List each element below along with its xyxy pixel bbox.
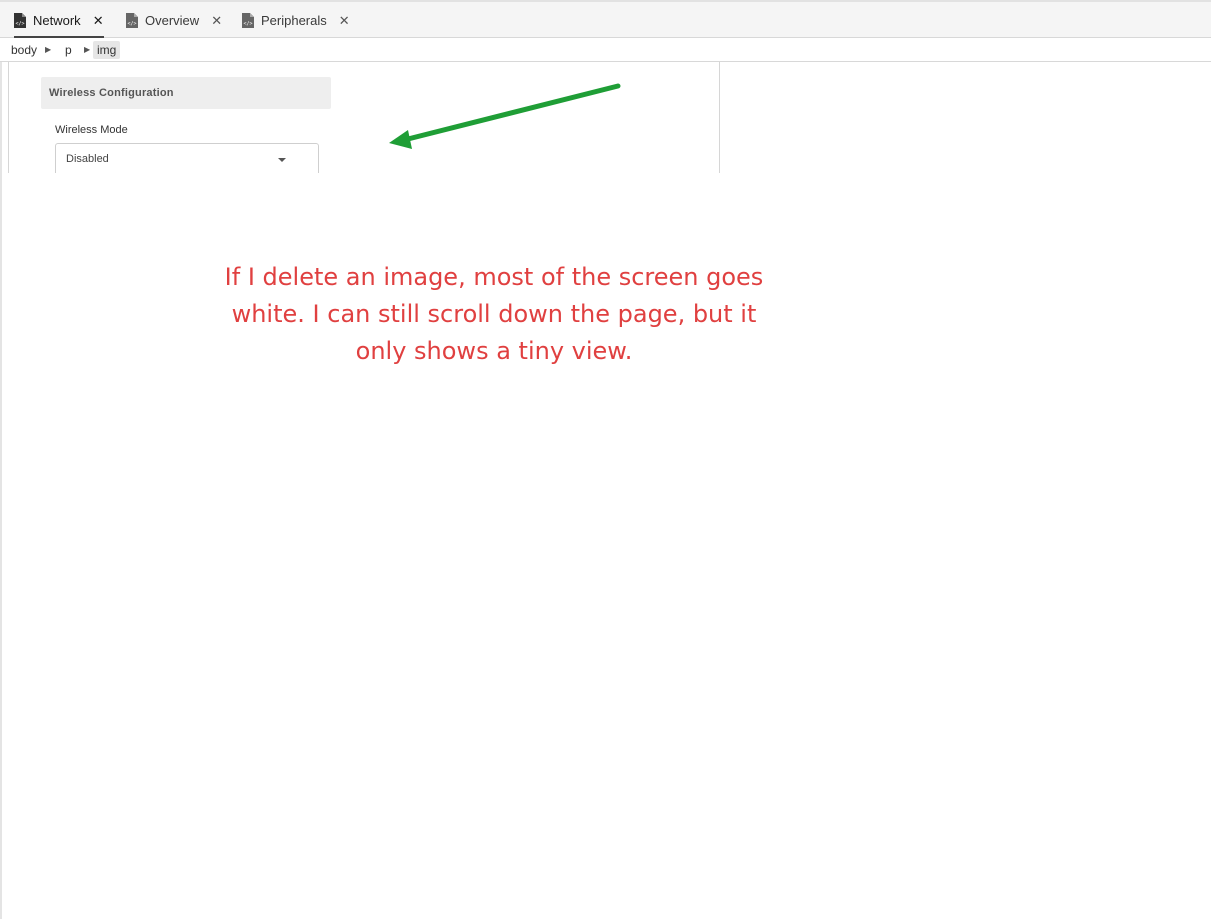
wireless-mode-select[interactable]: Disabled bbox=[55, 143, 319, 173]
tab-overview[interactable]: </> Overview ✕ bbox=[126, 2, 222, 38]
close-icon[interactable]: ✕ bbox=[93, 14, 104, 27]
breadcrumb: body ▶ p ▶ img bbox=[0, 38, 1211, 62]
svg-text:</>: </> bbox=[243, 21, 252, 27]
editor-window: </> Network ✕ </> Overview ✕ </> Periphe… bbox=[0, 0, 1211, 919]
close-icon[interactable]: ✕ bbox=[339, 14, 350, 27]
tab-label: Overview bbox=[145, 12, 200, 28]
breadcrumb-item-img[interactable]: img bbox=[93, 41, 121, 59]
breadcrumb-item-body[interactable]: body bbox=[11, 41, 37, 59]
section-header: Wireless Configuration bbox=[41, 77, 331, 109]
tab-label: Peripherals bbox=[261, 12, 327, 28]
select-value: Disabled bbox=[66, 153, 109, 165]
svg-text:</>: </> bbox=[127, 21, 136, 27]
breadcrumb-item-p[interactable]: p bbox=[65, 41, 72, 59]
caret-down-icon bbox=[278, 158, 286, 162]
document-code-icon: </> bbox=[242, 12, 254, 28]
tab-bar: </> Network ✕ </> Overview ✕ </> Periphe… bbox=[0, 0, 1211, 38]
breadcrumb-separator-icon: ▶ bbox=[84, 45, 91, 54]
window-edge bbox=[0, 0, 2, 919]
breadcrumb-separator-icon: ▶ bbox=[45, 45, 52, 54]
tab-network[interactable]: </> Network ✕ bbox=[14, 2, 104, 38]
document-code-icon: </> bbox=[126, 12, 138, 28]
tab-peripherals[interactable]: </> Peripherals ✕ bbox=[242, 2, 350, 38]
tab-label: Network bbox=[33, 12, 81, 28]
close-icon[interactable]: ✕ bbox=[211, 14, 222, 27]
image-preview[interactable]: Wireless Configuration Wireless Mode Dis… bbox=[8, 62, 720, 173]
document-code-icon: </> bbox=[14, 12, 26, 28]
annotation-text: If I delete an image, most of the screen… bbox=[224, 263, 764, 365]
svg-text:</>: </> bbox=[15, 21, 24, 27]
field-label: Wireless Mode bbox=[55, 124, 128, 136]
